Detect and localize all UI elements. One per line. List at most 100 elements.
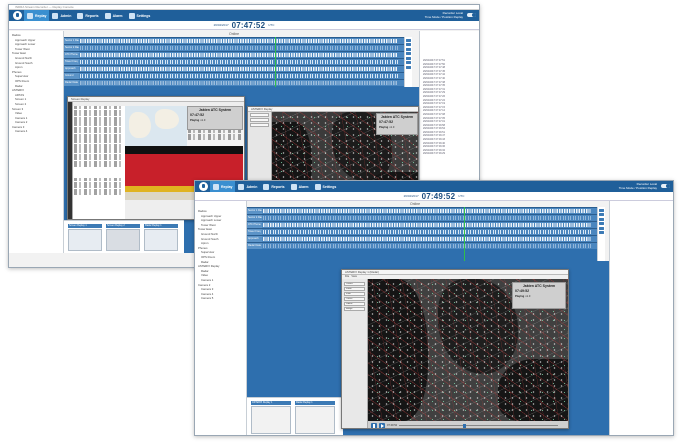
channel-speaker-icon[interactable] (406, 52, 411, 55)
replay-tab-3[interactable]: Radar Replay 1 (144, 224, 178, 228)
audio-activity-track[interactable] (80, 46, 398, 50)
timeline-channel[interactable]: Ground (64, 72, 404, 79)
front-clockbar: 26/04/2017 07:49:52 UTC (195, 192, 673, 201)
side-button[interactable]: Zoom (344, 287, 365, 291)
front-channel-tree[interactable]: Radios Approach Upper Approach Lower Tower … (195, 201, 247, 435)
channel-speaker-icon[interactable] (599, 213, 604, 216)
clock-time: 07:47:52 (231, 20, 266, 30)
tree-item[interactable]: Camera 5 (195, 296, 246, 301)
timeline-channel[interactable]: Radar Data (247, 242, 597, 249)
replay-tab-2[interactable]: Screen Replay 2 (106, 224, 140, 228)
tab-admin[interactable]: Admin (49, 10, 74, 21)
channel-speaker-icon[interactable] (406, 43, 411, 46)
front-radar-side-panel: Center Zoom Filter Tracks Labels Range (342, 279, 368, 428)
side-button[interactable] (250, 118, 269, 122)
replay-tab-1[interactable]: Screen Replay 1 (68, 224, 102, 228)
tab-admin[interactable]: Admin (235, 181, 260, 192)
home-menu-button[interactable] (13, 11, 22, 20)
audio-activity-track[interactable] (263, 223, 591, 227)
tab-alarm[interactable]: Alarm (288, 181, 312, 192)
audio-activity-track[interactable] (80, 39, 398, 43)
tab-replay[interactable]: Replay (24, 10, 50, 21)
replay-thumbnail[interactable] (106, 229, 140, 251)
timeline-channel[interactable]: Sector 1 Radio (247, 207, 597, 214)
channel-speaker-icon[interactable] (599, 226, 604, 230)
audio-activity-track[interactable] (263, 209, 591, 213)
replay-thumbnail[interactable] (144, 229, 178, 251)
audio-activity-track[interactable] (80, 53, 398, 57)
pause-button[interactable] (371, 422, 377, 428)
asterix-overlay: Jakten ATC System 07:47:52 Playing x1.0 (376, 113, 418, 135)
replay-tab-2[interactable]: Radar Replay 1 (295, 401, 335, 405)
replay-thumbnail[interactable] (295, 406, 335, 434)
timeline-channel[interactable]: ATC Phone (64, 51, 404, 58)
menu-view[interactable]: View (351, 275, 357, 278)
audio-activity-track[interactable] (263, 237, 591, 241)
reports-icon (77, 12, 84, 19)
audio-activity-track[interactable] (80, 74, 398, 78)
back-channel-controls (404, 37, 412, 87)
timeline-channel[interactable]: Approach (247, 235, 597, 242)
mode-toggle[interactable] (661, 184, 670, 188)
tab-settings[interactable]: Settings (126, 10, 154, 21)
side-button[interactable]: Center (344, 282, 365, 286)
playhead-line[interactable] (464, 207, 465, 261)
timeline-channel[interactable]: Sector 1 Radio (64, 37, 404, 44)
secondary-list (73, 178, 125, 219)
tab-settings[interactable]: Settings (312, 181, 340, 192)
front-replay-panel: ASTERIX Replay 1 Radar Replay 1 (247, 397, 343, 435)
tree-item[interactable]: Camera 4 (9, 129, 63, 134)
audio-activity-track[interactable] (263, 216, 591, 220)
side-button[interactable]: Filter (344, 292, 365, 296)
audio-activity-track[interactable] (80, 67, 398, 71)
menu-file[interactable]: File (345, 275, 349, 278)
replay-thumbnail[interactable] (68, 229, 102, 251)
channel-label: Radar Data (64, 80, 79, 86)
timeline-channel[interactable]: ATC Phone (247, 221, 597, 228)
channel-speaker-icon[interactable] (599, 217, 604, 221)
audio-activity-track[interactable] (80, 60, 398, 64)
home-menu-button[interactable] (199, 182, 208, 191)
timeline-channel[interactable]: Sector 2 Radio (247, 214, 597, 221)
back-channel-tree[interactable]: Radios Approach Upper Approach Lower Tower … (9, 31, 64, 253)
channel-speaker-icon[interactable] (406, 56, 411, 60)
slider-knob[interactable] (462, 423, 466, 428)
audio-activity-track[interactable] (263, 244, 591, 248)
mode-toggle[interactable] (467, 13, 476, 17)
channel-speaker-icon[interactable] (406, 65, 411, 69)
play-button[interactable] (379, 422, 385, 428)
back-timeline[interactable]: Sector 1 RadioSector 2 RadioATC PhoneTow… (64, 37, 404, 87)
log-entry[interactable]: 26/04/2017 07:46:29 (420, 152, 479, 156)
channel-speaker-icon[interactable] (406, 38, 411, 42)
tab-replay[interactable]: Replay (210, 181, 236, 192)
tab-reports[interactable]: Reports (74, 10, 101, 21)
replay-thumbnail[interactable] (251, 406, 291, 434)
recorder-info: Recorder Local Time Mode / Position Repla… (618, 182, 657, 190)
channel-speaker-icon[interactable] (599, 208, 604, 212)
timeline-channel[interactable]: Radar Data (64, 79, 404, 86)
side-button[interactable] (250, 123, 269, 127)
channel-speaker-icon[interactable] (406, 47, 411, 51)
channel-speaker-icon[interactable] (599, 231, 604, 234)
replay-tab-1[interactable]: ASTERIX Replay 1 (251, 401, 291, 405)
channel-speaker-icon[interactable] (599, 222, 604, 225)
audio-activity-track[interactable] (263, 230, 591, 234)
audio-activity-track[interactable] (80, 81, 398, 85)
timeline-channel[interactable]: Sector 2 Radio (64, 44, 404, 51)
timeline-channel[interactable]: Approach (64, 65, 404, 72)
side-button[interactable] (250, 113, 269, 117)
side-button[interactable]: Range (344, 307, 365, 311)
side-button[interactable]: Labels (344, 302, 365, 306)
tab-alarm[interactable]: Alarm (102, 10, 126, 21)
front-radar-overlay: Jakten ATC System 07:49:52 Playing x1.0 (512, 282, 566, 309)
channel-speaker-icon[interactable] (406, 61, 411, 64)
playhead-line[interactable] (274, 37, 276, 87)
front-timeline[interactable]: Sector 1 RadioSector 2 RadioATC PhoneTow… (247, 207, 597, 261)
side-button[interactable]: Tracks (344, 297, 365, 301)
tab-reports[interactable]: Reports (260, 181, 287, 192)
timeline-channel[interactable]: Tower Freq (64, 58, 404, 65)
playback-slider[interactable] (399, 423, 558, 428)
replay-icon (213, 183, 219, 190)
front-channel-controls (597, 207, 605, 261)
timeline-channel[interactable]: Tower Freq (247, 228, 597, 235)
